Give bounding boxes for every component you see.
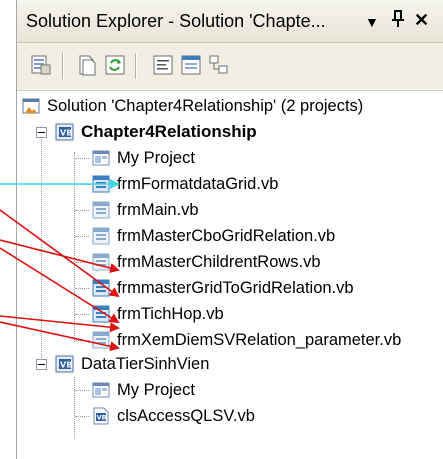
- item-label: My Project: [117, 148, 195, 167]
- view-designer-icon[interactable]: [179, 53, 203, 77]
- tree-line: [75, 314, 89, 315]
- show-all-files-icon[interactable]: [75, 53, 99, 77]
- list-item[interactable]: frmMasterCboGridRelation.vb: [91, 223, 335, 249]
- item-label: frmmasterGridToGridRelation.vb: [117, 278, 354, 297]
- item-label: frmMasterChildrentRows.vb: [117, 252, 321, 271]
- solution-tree: Solution 'Chapter4Relationship' (2 proje…: [17, 90, 443, 459]
- my-project-icon: [91, 380, 111, 400]
- list-item[interactable]: frmXemDiemSVRelation_parameter.vb: [91, 327, 401, 353]
- tree-line: [75, 184, 89, 185]
- my-project-icon: [91, 148, 111, 168]
- toolbar-separator: [62, 53, 64, 79]
- project-node[interactable]: VB DataTierSinhVien: [55, 351, 209, 377]
- vb-project-icon: VB: [55, 122, 75, 142]
- class-diagram-icon[interactable]: [207, 53, 231, 77]
- toolbar-separator: [135, 53, 137, 79]
- solution-icon: [21, 96, 41, 116]
- tree-line: [75, 288, 89, 289]
- tree-line: [41, 126, 42, 364]
- form-file-icon: [91, 304, 111, 324]
- solution-label: Solution 'Chapter4Relationship' (2 proje…: [47, 96, 364, 115]
- list-item[interactable]: My Project: [91, 377, 195, 403]
- dropdown-icon[interactable]: ▼: [365, 11, 379, 33]
- solution-node[interactable]: Solution 'Chapter4Relationship' (2 proje…: [21, 93, 363, 119]
- item-label: frmMasterCboGridRelation.vb: [117, 226, 336, 245]
- list-item[interactable]: frmMain.vb: [91, 197, 199, 223]
- panel-title: Solution Explorer - Solution 'Chapte...: [26, 11, 326, 31]
- tree-line: [75, 416, 89, 417]
- item-label: My Project: [117, 380, 195, 399]
- panel-titlebar: Solution Explorer - Solution 'Chapte... …: [17, 0, 443, 43]
- list-item[interactable]: VB clsAccessQLSV.vb: [91, 403, 255, 429]
- collapse-toggle[interactable]: [36, 127, 47, 138]
- item-label: frmTichHop.vb: [117, 304, 224, 323]
- project-label: DataTierSinhVien: [81, 354, 210, 373]
- item-label: frmFormatdataGrid.vb: [117, 174, 279, 193]
- vb-project-icon: VB: [55, 354, 75, 374]
- form-file-icon: [91, 174, 111, 194]
- panel-toolbar: [17, 43, 443, 91]
- svg-text:VB: VB: [60, 361, 72, 370]
- properties-icon[interactable]: [29, 53, 53, 77]
- tree-line: [75, 262, 89, 263]
- tree-line: [75, 340, 89, 341]
- item-label: frmMain.vb: [117, 200, 199, 219]
- vb-class-file-icon: VB: [91, 406, 111, 426]
- list-item[interactable]: frmmasterGridToGridRelation.vb: [91, 275, 354, 301]
- form-file-icon: [91, 200, 111, 220]
- pin-icon[interactable]: [390, 9, 406, 34]
- refresh-icon[interactable]: [103, 53, 127, 77]
- form-file-icon: [91, 330, 111, 350]
- tree-line: [75, 390, 89, 391]
- form-file-icon: [91, 278, 111, 298]
- tree-line: [75, 158, 89, 159]
- close-icon[interactable]: ✕: [414, 9, 429, 31]
- list-item[interactable]: frmTichHop.vb: [91, 301, 224, 327]
- project-node[interactable]: VB Chapter4Relationship: [55, 119, 257, 145]
- solution-explorer-panel: Solution Explorer - Solution 'Chapte... …: [16, 0, 443, 459]
- svg-text:VB: VB: [97, 414, 107, 422]
- tree-line: [75, 236, 89, 237]
- view-code-icon[interactable]: [151, 53, 175, 77]
- project-label: Chapter4Relationship: [81, 122, 257, 141]
- item-label: clsAccessQLSV.vb: [117, 406, 255, 425]
- tree-line: [75, 210, 89, 211]
- form-file-icon: [91, 252, 111, 272]
- item-label: frmXemDiemSVRelation_parameter.vb: [117, 330, 402, 349]
- svg-text:VB: VB: [60, 129, 72, 138]
- collapse-toggle[interactable]: [36, 359, 47, 370]
- form-file-icon: [91, 226, 111, 246]
- list-item[interactable]: frmMasterChildrentRows.vb: [91, 249, 321, 275]
- tree-line: [74, 377, 75, 438]
- list-item[interactable]: My Project: [91, 145, 195, 171]
- list-item[interactable]: frmFormatdataGrid.vb: [91, 171, 278, 197]
